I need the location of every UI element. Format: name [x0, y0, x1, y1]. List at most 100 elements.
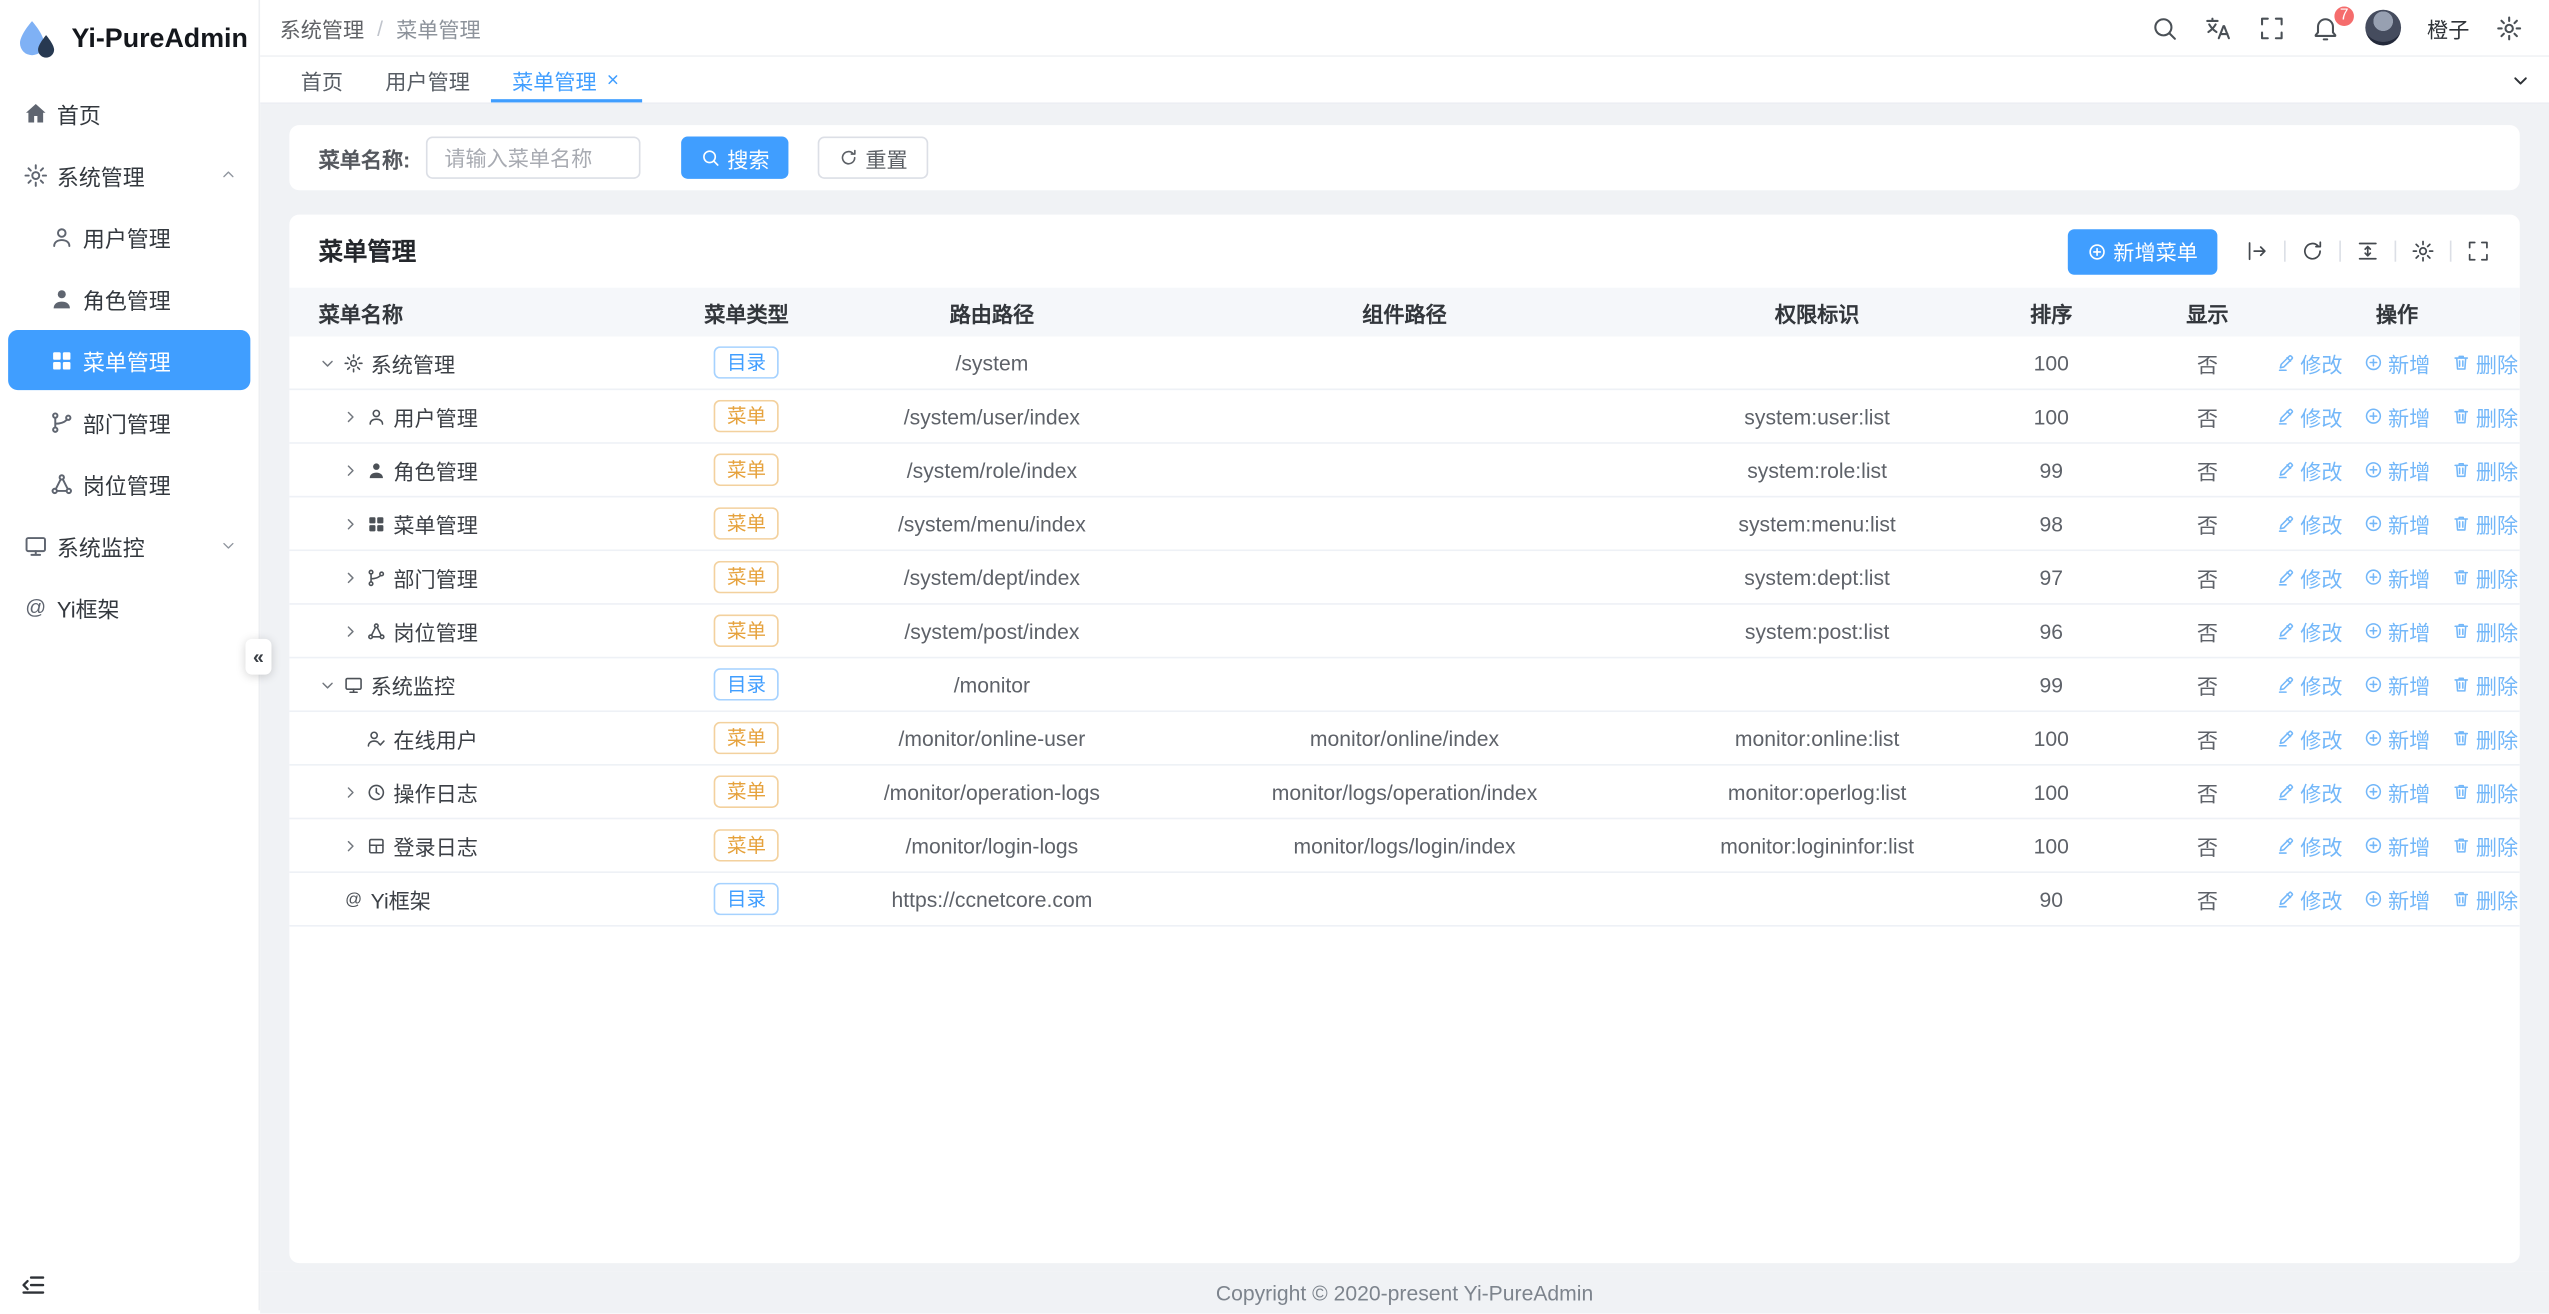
app-title: Yi-PureAdmin — [72, 24, 248, 55]
tab-user[interactable]: 用户管理 — [364, 57, 491, 103]
sidebar-item-post[interactable]: 岗位管理 — [8, 454, 250, 514]
content-area: 菜单名称: 搜索 重置 菜单管理 新增菜单 — [260, 104, 2549, 1271]
delete-button[interactable]: 删除 — [2451, 508, 2518, 539]
reset-button[interactable]: 重置 — [818, 137, 929, 179]
edit-button[interactable]: 修改 — [2276, 669, 2343, 700]
expand-toggle-icon[interactable] — [341, 568, 359, 586]
sidebar-item-role[interactable]: 角色管理 — [8, 268, 250, 328]
trash-icon — [2451, 836, 2471, 856]
add-button[interactable]: 新增 — [2364, 669, 2431, 700]
sidebar-collapse-handle[interactable]: « — [245, 639, 271, 675]
edit-button-label: 修改 — [2300, 347, 2342, 378]
edit-button[interactable]: 修改 — [2276, 615, 2343, 646]
refresh-icon[interactable] — [2300, 239, 2324, 263]
search-icon[interactable] — [2151, 14, 2179, 42]
delete-button[interactable]: 删除 — [2451, 669, 2518, 700]
add-button[interactable]: 新增 — [2364, 776, 2431, 807]
edit-icon — [2276, 406, 2296, 426]
expand-toggle-icon[interactable] — [341, 461, 359, 479]
tab-menu[interactable]: 菜单管理 — [491, 57, 642, 103]
app-logo[interactable]: Yi-PureAdmin — [0, 0, 258, 78]
edit-button[interactable]: 修改 — [2276, 562, 2343, 593]
breadcrumb-item[interactable]: 系统管理 — [280, 12, 365, 43]
expand-toggle-icon[interactable] — [319, 675, 337, 693]
edit-button[interactable]: 修改 — [2276, 723, 2343, 754]
menu-name-input[interactable] — [426, 137, 641, 179]
delete-button[interactable]: 删除 — [2451, 454, 2518, 485]
chevron-up-icon — [219, 166, 237, 184]
tab-home[interactable]: 首页 — [280, 57, 365, 103]
operations-cell: 修改新增删除 — [2274, 776, 2519, 807]
edit-button[interactable]: 修改 — [2276, 508, 2343, 539]
delete-button[interactable]: 删除 — [2451, 562, 2518, 593]
sidebar-item-dept[interactable]: 部门管理 — [8, 392, 250, 452]
add-button[interactable]: 新增 — [2364, 723, 2431, 754]
edit-button[interactable]: 修改 — [2276, 884, 2343, 915]
menu-type-cell: 菜单 — [646, 454, 847, 487]
menu-fold-button[interactable] — [20, 1271, 48, 1299]
delete-button[interactable]: 删除 — [2451, 347, 2518, 378]
add-button-label: 新增 — [2388, 347, 2430, 378]
delete-button[interactable]: 删除 — [2451, 776, 2518, 807]
tab-label: 菜单管理 — [512, 64, 597, 95]
expand-toggle-icon[interactable] — [341, 407, 359, 425]
delete-button[interactable]: 删除 — [2451, 401, 2518, 432]
tabs-menu-button[interactable] — [2490, 57, 2549, 103]
menu-type-cell: 目录 — [646, 883, 847, 916]
avatar[interactable] — [2365, 10, 2401, 46]
expand-collapse-icon[interactable] — [2245, 239, 2269, 263]
table-fullscreen-icon[interactable] — [2466, 239, 2490, 263]
sidebar-item-yi[interactable]: Yi框架 — [8, 577, 250, 637]
sidebar-item-user[interactable]: 用户管理 — [8, 206, 250, 266]
edit-button[interactable]: 修改 — [2276, 401, 2343, 432]
usercheck-icon — [366, 727, 387, 748]
add-button[interactable]: 新增 — [2364, 884, 2431, 915]
menu-name-cell: 操作日志 — [289, 776, 646, 807]
add-button[interactable]: 新增 — [2364, 454, 2431, 485]
edit-button[interactable]: 修改 — [2276, 454, 2343, 485]
density-icon[interactable] — [2356, 239, 2380, 263]
sidebar-item-menu[interactable]: 菜单管理 — [8, 330, 250, 390]
add-menu-button-label: 新增菜单 — [2113, 236, 2198, 267]
expand-toggle-icon[interactable] — [341, 783, 359, 801]
menu-name: 岗位管理 — [393, 615, 478, 646]
sidebar-item-home[interactable]: 首页 — [8, 83, 250, 143]
search-button[interactable]: 搜索 — [682, 137, 789, 179]
edit-button[interactable]: 修改 — [2276, 776, 2343, 807]
sidebar-item-monitor[interactable]: 系统监控 — [8, 515, 250, 575]
user-name[interactable]: 橙子 — [2427, 12, 2469, 43]
column-settings-icon[interactable] — [2411, 239, 2435, 263]
delete-button[interactable]: 删除 — [2451, 830, 2518, 861]
notifications-button[interactable]: 7 — [2312, 14, 2340, 42]
menu-name: 系统监控 — [371, 669, 456, 700]
permission-id: system:dept:list — [1672, 565, 1962, 589]
settings-gear-icon[interactable] — [2495, 14, 2523, 42]
expand-toggle-icon[interactable] — [341, 622, 359, 640]
expand-toggle-icon[interactable] — [319, 354, 337, 372]
add-button[interactable]: 新增 — [2364, 401, 2431, 432]
translate-icon[interactable] — [2204, 14, 2232, 42]
fullscreen-icon[interactable] — [2258, 14, 2286, 42]
column-header: 路由路径 — [847, 297, 1137, 328]
add-button[interactable]: 新增 — [2364, 562, 2431, 593]
add-button[interactable]: 新增 — [2364, 615, 2431, 646]
add-button[interactable]: 新增 — [2364, 508, 2431, 539]
add-menu-button[interactable]: 新增菜单 — [2068, 228, 2218, 274]
sidebar-item-system[interactable]: 系统管理 — [8, 145, 250, 205]
delete-button[interactable]: 删除 — [2451, 723, 2518, 754]
edit-button[interactable]: 修改 — [2276, 347, 2343, 378]
route-path: /monitor/login-logs — [847, 833, 1137, 857]
topbar: 系统管理 / 菜单管理 7 橙子 — [260, 0, 2549, 57]
edit-button[interactable]: 修改 — [2276, 830, 2343, 861]
close-tab-icon[interactable] — [605, 72, 621, 88]
expand-toggle-icon[interactable] — [341, 515, 359, 533]
table-row: 在线用户菜单/monitor/online-usermonitor/online… — [289, 712, 2519, 766]
add-button[interactable]: 新增 — [2364, 830, 2431, 861]
add-button[interactable]: 新增 — [2364, 347, 2431, 378]
breadcrumb-separator: / — [377, 15, 383, 39]
delete-button[interactable]: 删除 — [2451, 884, 2518, 915]
expand-toggle-icon[interactable] — [341, 836, 359, 854]
pluscircle-icon — [2364, 460, 2384, 480]
delete-button[interactable]: 删除 — [2451, 615, 2518, 646]
edit-button-label: 修改 — [2300, 884, 2342, 915]
